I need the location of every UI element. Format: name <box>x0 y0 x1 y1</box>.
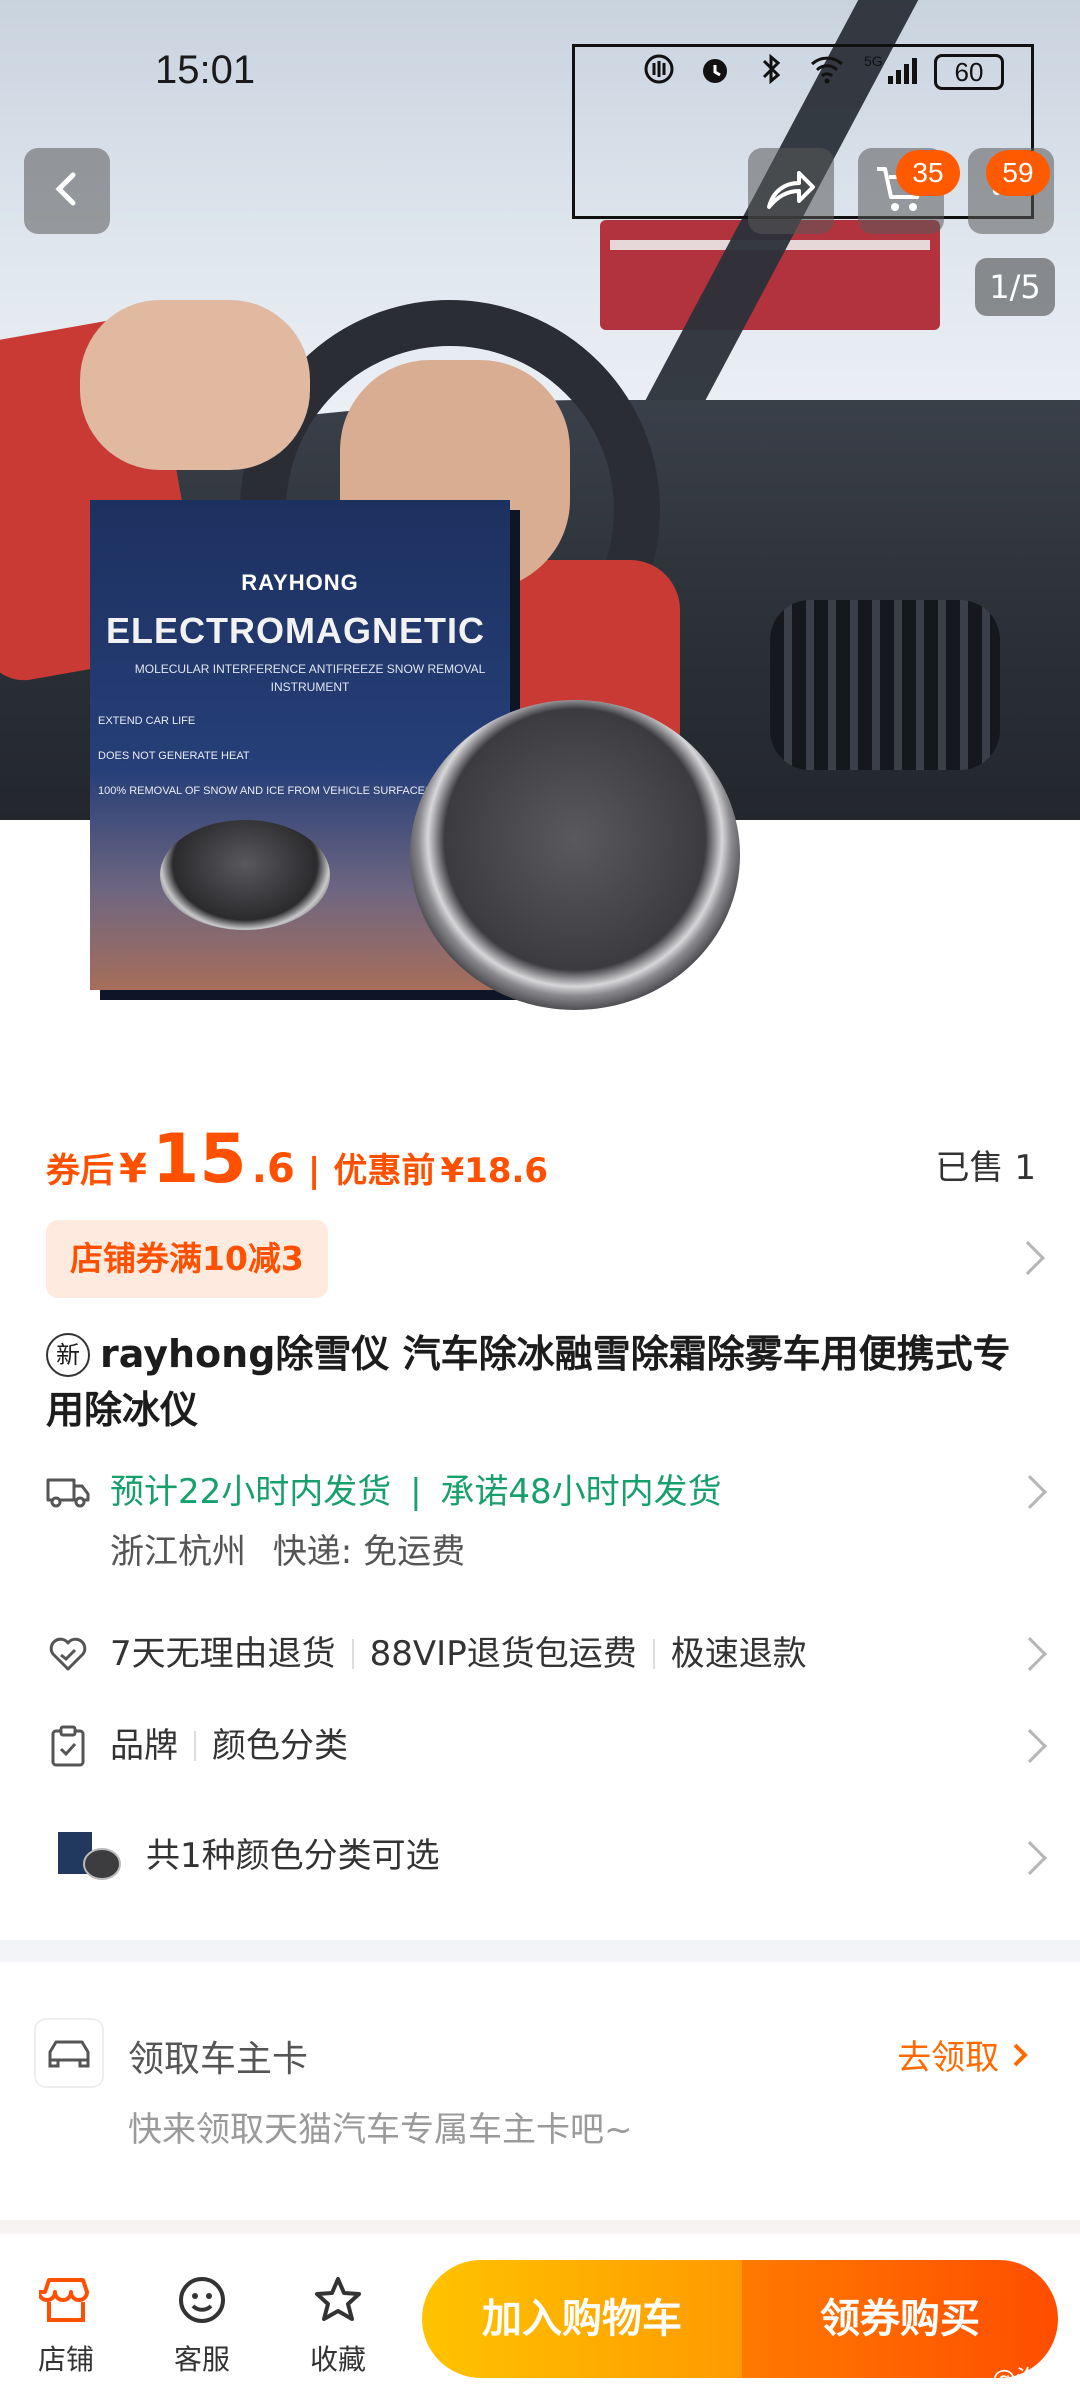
before-discount-label: 优惠前 <box>333 1151 436 1191</box>
shipping-separator: | <box>410 1472 422 1512</box>
wifi-icon <box>808 50 846 88</box>
share-button[interactable] <box>748 148 834 234</box>
owner-card-subtitle: 快来领取天猫汽车专属车主卡吧~ <box>128 2110 633 2150</box>
price-integer: 15 <box>152 1120 247 1199</box>
bottom-action-bar: 店铺 客服 收藏 加入购物车 领券购买 @汽车 <box>0 2234 1080 2400</box>
alarm-icon <box>696 50 734 88</box>
service-item: 7天无理由退货 <box>110 1634 336 1674</box>
service-items: 7天无理由退货 88VIP退货包运费 极速退款 <box>110 1632 807 1676</box>
add-to-cart-button[interactable]: 加入购物车 <box>422 2260 742 2378</box>
params-row[interactable]: 品牌 颜色分类 <box>46 1724 1047 1774</box>
chevron-right-icon[interactable] <box>1011 1241 1045 1275</box>
cart-count-badge: 35 <box>896 150 960 196</box>
heart-shield-icon <box>46 1632 90 1676</box>
service-item: 极速退款 <box>670 1634 807 1674</box>
product-title-text: rayhong除雪仪 汽车除冰融雪除霜除雾车用便携式专用除冰仪 <box>46 1332 1011 1432</box>
customer-service-icon <box>172 2270 232 2330</box>
price-row: 券后 ¥ 15 .6 | 优惠前 ¥18.6 已售 1 <box>46 1120 1036 1200</box>
claim-owner-card-link[interactable]: 去领取 <box>897 2030 1030 2079</box>
package-brand: RAYHONG <box>241 570 359 595</box>
claim-label: 去领取 <box>897 2038 1000 2078</box>
package-subtitle: MOLECULAR INTERFERENCE ANTIFREEZE SNOW R… <box>134 662 486 694</box>
share-icon <box>765 167 817 215</box>
truck-icon <box>46 1470 90 1514</box>
chevron-right-icon <box>1013 1729 1047 1763</box>
device-product <box>410 700 740 1010</box>
before-discount-price: ¥18.6 <box>440 1151 549 1191</box>
new-tag: 新 <box>46 1333 90 1377</box>
param-item: 颜色分类 <box>212 1726 348 1766</box>
product-title: 新 rayhong除雪仪 汽车除冰融雪除霜除雾车用便携式专用除冰仪 <box>46 1326 1036 1438</box>
tab-label: 收藏 <box>309 2343 366 2376</box>
after-coupon-label: 券后 <box>46 1151 114 1191</box>
price-separator: | <box>307 1151 321 1191</box>
vibrate-icon <box>640 50 678 88</box>
chevron-right-icon <box>1013 1841 1047 1875</box>
package-bullet: 100% REMOVAL OF SNOW AND ICE FROM VEHICL… <box>98 785 433 797</box>
service-item: 88VIP退货包运费 <box>369 1634 637 1674</box>
service-guarantee-row[interactable]: 7天无理由退货 88VIP退货包运费 极速退款 <box>46 1632 1047 1682</box>
air-vent <box>770 600 1000 770</box>
clipboard-icon <box>46 1724 90 1768</box>
shipping-origin-line: 浙江杭州 快递: 免运费 <box>110 1530 465 1574</box>
section-divider <box>0 1940 1080 1962</box>
device-on-box <box>160 820 330 930</box>
owner-card-title: 领取车主卡 <box>128 2039 309 2080</box>
back-button[interactable] <box>24 148 110 234</box>
star-icon <box>308 2270 368 2330</box>
tab-customer-service[interactable]: 客服 <box>152 2270 252 2378</box>
package-bullet: EXTEND CAR LIFE <box>98 715 196 727</box>
param-item: 品牌 <box>110 1726 178 1766</box>
price-currency: ¥ <box>119 1146 147 1192</box>
store-icon <box>36 2270 96 2330</box>
sku-label: 共1种颜色分类可选 <box>146 1836 440 1876</box>
divider <box>652 1639 655 1669</box>
status-icons: 5G <box>640 50 924 88</box>
battery-indicator: 60 <box>934 54 1004 90</box>
svg-text:5G: 5G <box>864 53 883 69</box>
watermark: @汽车 <box>992 2365 1064 2393</box>
shipping-courier: 快递: 免运费 <box>272 1532 466 1572</box>
car-icon <box>34 2018 104 2088</box>
price-decimal: .6 <box>251 1146 295 1192</box>
shipping-promise: 承诺48小时内发货 <box>440 1472 722 1512</box>
sku-row[interactable]: 共1种颜色分类可选 <box>46 1826 1047 1888</box>
product-detail-page: RAYHONG ELECTROMAGNETIC MOLECULAR INTERF… <box>0 0 1080 2400</box>
shipping-eta: 预计22小时内发货 <box>110 1472 392 1512</box>
cellular-signal-icon: 5G <box>864 50 924 88</box>
sku-thumbnail <box>56 1826 122 1882</box>
chevron-right-icon <box>1013 1475 1047 1509</box>
divider <box>351 1639 354 1669</box>
shipping-eta-line: 预计22小时内发货 | 承诺48小时内发货 <box>110 1470 722 1514</box>
params-items: 品牌 颜色分类 <box>110 1724 348 1768</box>
product-image-carousel[interactable]: RAYHONG ELECTROMAGNETIC MOLECULAR INTERF… <box>0 0 1080 1060</box>
divider <box>194 1731 196 1761</box>
shipping-row[interactable]: 预计22小时内发货 | 承诺48小时内发货 浙江杭州 快递: 免运费 <box>46 1470 1047 1580</box>
package-headline: ELECTROMAGNETIC <box>106 610 485 651</box>
sold-count: 已售 1 <box>935 1148 1036 1188</box>
chevron-right-icon <box>1010 2038 1030 2078</box>
tab-store[interactable]: 店铺 <box>16 2270 116 2378</box>
tab-label: 店铺 <box>37 2343 94 2376</box>
chevron-left-icon <box>47 169 87 213</box>
bluetooth-icon <box>752 50 790 88</box>
image-counter: 1/5 <box>975 258 1055 316</box>
message-count-badge: 59 <box>986 150 1050 196</box>
tab-label: 客服 <box>173 2343 230 2376</box>
store-coupon[interactable]: 店铺券满10减3 <box>46 1220 328 1298</box>
package-bullet: DOES NOT GENERATE HEAT <box>98 750 250 762</box>
status-time: 15:01 <box>155 48 256 92</box>
tab-favorite[interactable]: 收藏 <box>288 2270 388 2378</box>
section-divider <box>0 2220 1080 2234</box>
shipping-origin: 浙江杭州 <box>110 1532 246 1572</box>
chevron-right-icon <box>1013 1637 1047 1671</box>
left-hand <box>80 300 310 470</box>
